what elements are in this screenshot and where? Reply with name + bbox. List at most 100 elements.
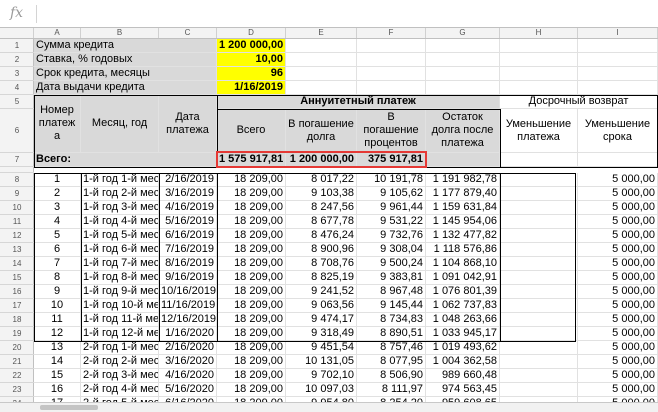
empty-cell[interactable] <box>426 67 500 81</box>
remaining-debt[interactable]: 1 191 982,78 <box>426 173 500 187</box>
reduce-payment-cell[interactable] <box>500 285 578 299</box>
payment-total[interactable]: 18 209,00 <box>217 355 286 369</box>
payment-total[interactable]: 18 209,00 <box>217 369 286 383</box>
payment-principal[interactable]: 8 476,24 <box>286 229 357 243</box>
empty-cell[interactable] <box>578 153 658 167</box>
header-interest[interactable]: В погашение процентов <box>357 109 426 153</box>
column-header-e[interactable]: E <box>286 28 357 38</box>
payment-total[interactable]: 18 209,00 <box>217 341 286 355</box>
reduce-payment-cell[interactable] <box>500 299 578 313</box>
payment-total[interactable]: 18 209,00 <box>217 257 286 271</box>
payment-date[interactable]: 4/16/2020 <box>159 369 217 383</box>
payment-date[interactable]: 5/16/2020 <box>159 383 217 397</box>
payment-principal[interactable]: 9 451,54 <box>286 341 357 355</box>
reduce-payment-cell[interactable] <box>500 173 578 187</box>
payment-interest[interactable]: 8 111,97 <box>357 383 426 397</box>
payment-number[interactable]: 5 <box>34 229 81 243</box>
reduce-payment-cell[interactable] <box>500 355 578 369</box>
payment-month[interactable]: 1-й год 1-й мес <box>81 173 159 187</box>
totals-total[interactable]: 1 575 917,81 <box>217 153 286 167</box>
payment-month[interactable]: 1-й год 12-й мес <box>81 327 159 341</box>
totals-interest[interactable]: 375 917,81 <box>357 153 426 167</box>
remaining-debt[interactable]: 1 159 631,84 <box>426 201 500 215</box>
header-total[interactable]: Всего <box>217 109 286 153</box>
payment-month[interactable]: 1-й год 7-й мес <box>81 257 159 271</box>
row-number[interactable]: 20 <box>0 341 34 355</box>
totals-empty[interactable] <box>426 153 500 167</box>
payment-interest[interactable]: 8 506,90 <box>357 369 426 383</box>
payment-month[interactable]: 2-й год 4-й мес <box>81 383 159 397</box>
payment-total[interactable]: 18 209,00 <box>217 229 286 243</box>
payment-month[interactable]: 2-й год 2-й мес <box>81 355 159 369</box>
payment-month[interactable]: 2-й год 1-й мес <box>81 341 159 355</box>
column-header-f[interactable]: F <box>357 28 426 38</box>
header-early-repayment[interactable]: Досрочный возврат <box>500 95 658 109</box>
payment-total[interactable]: 18 209,00 <box>217 299 286 313</box>
payment-total[interactable]: 18 209,00 <box>217 243 286 257</box>
remaining-debt[interactable]: 974 563,45 <box>426 383 500 397</box>
param-value[interactable]: 1/16/2019 <box>217 81 286 95</box>
payment-principal[interactable]: 8 825,19 <box>286 271 357 285</box>
payment-date[interactable]: 12/16/2019 <box>159 313 217 327</box>
payment-total[interactable]: 18 209,00 <box>217 313 286 327</box>
payment-principal[interactable]: 10 131,05 <box>286 355 357 369</box>
horizontal-scrollbar[interactable] <box>0 402 658 412</box>
row-number[interactable] <box>0 167 34 173</box>
header-reduce-term[interactable]: Уменьшение срока <box>578 109 658 153</box>
param-value[interactable]: 96 <box>217 67 286 81</box>
row-number[interactable]: 3 <box>0 67 34 81</box>
header-reduce-payment[interactable]: Уменьшение платежа <box>500 109 578 153</box>
empty-cell[interactable] <box>357 81 426 95</box>
remaining-debt[interactable]: 1 118 576,86 <box>426 243 500 257</box>
column-header-i[interactable]: I <box>578 28 658 38</box>
reduce-term-cell[interactable]: 5 000,00 <box>578 313 658 327</box>
reduce-term-cell[interactable]: 5 000,00 <box>578 173 658 187</box>
reduce-term-cell[interactable]: 5 000,00 <box>578 215 658 229</box>
payment-month[interactable]: 1-й год 5-й мес <box>81 229 159 243</box>
payment-interest[interactable]: 9 961,44 <box>357 201 426 215</box>
reduce-payment-cell[interactable] <box>500 369 578 383</box>
empty-cell[interactable] <box>500 67 578 81</box>
empty-cell[interactable] <box>426 39 500 53</box>
empty-cell[interactable] <box>578 67 658 81</box>
payment-number[interactable]: 1 <box>34 173 81 187</box>
param-value[interactable]: 10,00 <box>217 53 286 67</box>
empty-cell[interactable] <box>578 81 658 95</box>
reduce-term-cell[interactable]: 5 000,00 <box>578 341 658 355</box>
header-payment-number[interactable]: Номер платеж а <box>34 95 81 153</box>
payment-number[interactable]: 6 <box>34 243 81 257</box>
remaining-debt[interactable]: 1 177 879,40 <box>426 187 500 201</box>
payment-date[interactable]: 9/16/2019 <box>159 271 217 285</box>
param-label[interactable]: Ставка, % годовых <box>34 53 217 67</box>
payment-month[interactable]: 1-й год 6-й мес <box>81 243 159 257</box>
payment-date[interactable]: 2/16/2019 <box>159 173 217 187</box>
row-number[interactable]: 17 <box>0 299 34 313</box>
payment-month[interactable]: 1-й год 8-й мес <box>81 271 159 285</box>
reduce-term-cell[interactable]: 5 000,00 <box>578 229 658 243</box>
payment-principal[interactable]: 9 474,17 <box>286 313 357 327</box>
payment-principal[interactable]: 8 017,22 <box>286 173 357 187</box>
empty-cell[interactable] <box>286 39 357 53</box>
row-number[interactable]: 18 <box>0 313 34 327</box>
corner-cell[interactable] <box>0 28 34 38</box>
payment-date[interactable]: 11/16/2019 <box>159 299 217 313</box>
empty-cell[interactable] <box>500 81 578 95</box>
payment-date[interactable]: 6/16/2019 <box>159 229 217 243</box>
payment-interest[interactable]: 9 383,81 <box>357 271 426 285</box>
payment-number[interactable]: 4 <box>34 215 81 229</box>
payment-number[interactable]: 13 <box>34 341 81 355</box>
payment-month[interactable]: 1-й год 3-й мес <box>81 201 159 215</box>
empty-cell[interactable] <box>578 39 658 53</box>
row-number[interactable]: 13 <box>0 243 34 257</box>
param-label[interactable]: Дата выдачи кредита <box>34 81 217 95</box>
reduce-payment-cell[interactable] <box>500 271 578 285</box>
reduce-payment-cell[interactable] <box>500 341 578 355</box>
row-number[interactable]: 10 <box>0 201 34 215</box>
remaining-debt[interactable]: 1 076 801,39 <box>426 285 500 299</box>
payment-interest[interactable]: 9 308,04 <box>357 243 426 257</box>
payment-interest[interactable]: 9 732,76 <box>357 229 426 243</box>
reduce-payment-cell[interactable] <box>500 383 578 397</box>
reduce-term-cell[interactable]: 5 000,00 <box>578 299 658 313</box>
payment-total[interactable]: 18 209,00 <box>217 201 286 215</box>
payment-number[interactable]: 9 <box>34 285 81 299</box>
